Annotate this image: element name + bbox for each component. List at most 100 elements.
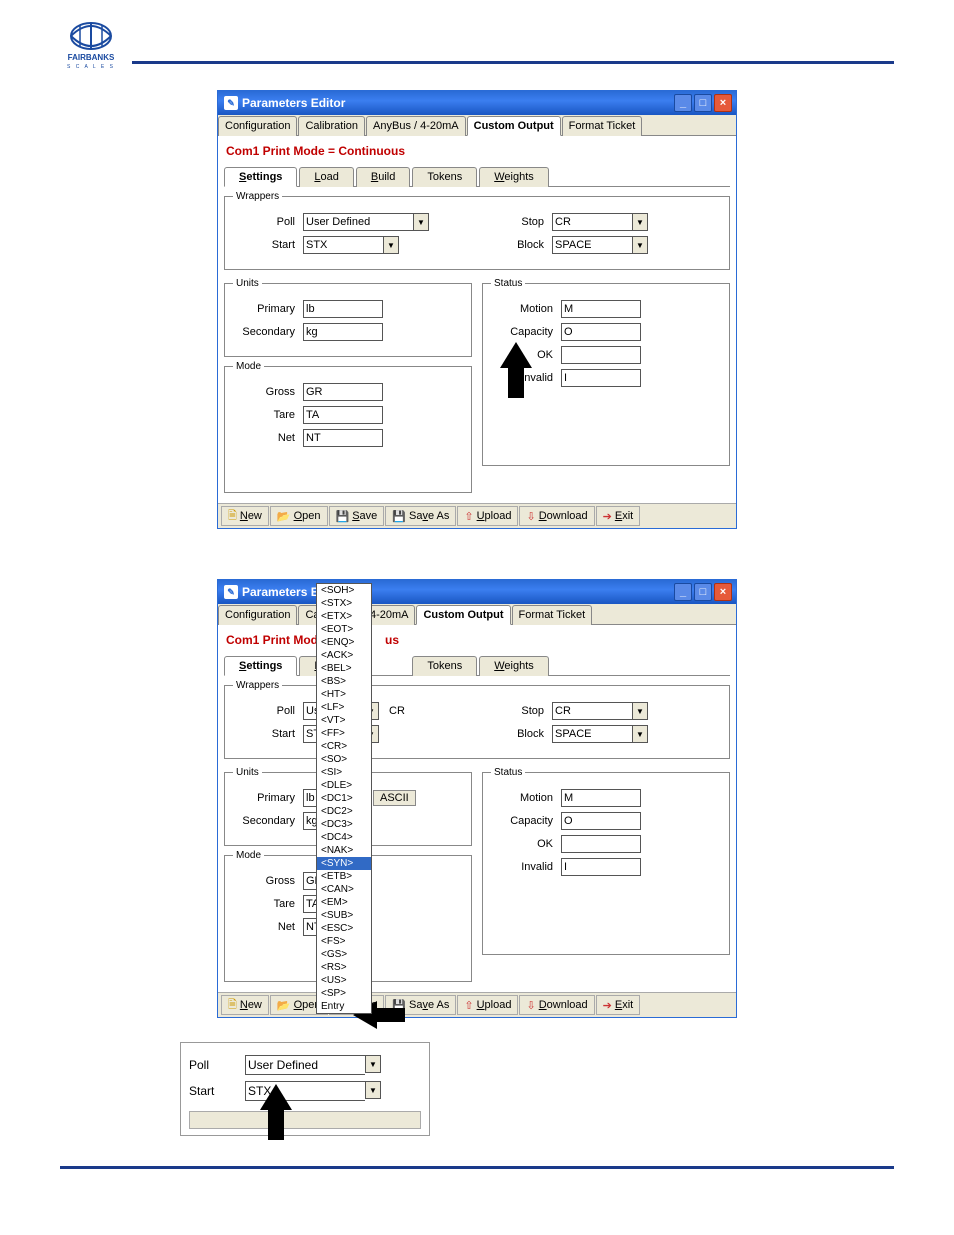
dropdown-option[interactable]: <NAK> <box>317 844 371 857</box>
secondary-input[interactable] <box>303 323 383 341</box>
download-button[interactable]: ⇩Download <box>519 506 594 526</box>
titlebar-2[interactable]: ✎ Parameters Editor _ □ × <box>218 580 736 604</box>
subtab-weights[interactable]: Weights <box>479 656 549 676</box>
tab-calibration[interactable]: Calibration <box>298 116 365 136</box>
maximize-button[interactable]: □ <box>694 583 712 601</box>
motion-input[interactable] <box>561 300 641 318</box>
chevron-down-icon[interactable]: ▼ <box>632 702 648 720</box>
dropdown-option[interactable]: <DC2> <box>317 805 371 818</box>
dropdown-option[interactable]: <SO> <box>317 753 371 766</box>
dropdown-option[interactable]: <ENQ> <box>317 636 371 649</box>
start-dropdown-list[interactable]: <SOH><STX><ETX><EOT><ENQ><ACK><BEL><BS><… <box>316 583 372 1014</box>
stop-select[interactable]: ▼ <box>552 213 648 231</box>
upload-button[interactable]: ⇧Upload <box>457 506 518 526</box>
subtab-tokens[interactable]: Tokens <box>412 167 477 187</box>
dropdown-option[interactable]: <SP> <box>317 987 371 1000</box>
capacity-input-2[interactable] <box>561 812 641 830</box>
stop-value[interactable] <box>552 213 632 231</box>
new-button[interactable]: 🗎New <box>221 506 269 526</box>
dropdown-option[interactable]: <FS> <box>317 935 371 948</box>
subtab-weights[interactable]: Weights <box>479 167 549 187</box>
maximize-button[interactable]: □ <box>694 94 712 112</box>
dropdown-option[interactable]: <SOH> <box>317 584 371 597</box>
chevron-down-icon[interactable]: ▼ <box>632 236 648 254</box>
chevron-down-icon[interactable]: ▼ <box>632 213 648 231</box>
subtab-settings[interactable]: Settings <box>224 167 297 187</box>
tab-format-ticket[interactable]: Format Ticket <box>512 605 593 625</box>
dropdown-option[interactable]: <ESC> <box>317 922 371 935</box>
subtab-load[interactable]: Load <box>299 167 353 187</box>
poll-select[interactable]: ▼ <box>303 213 429 231</box>
tab-custom-output[interactable]: Custom Output <box>416 605 510 625</box>
new-button[interactable]: 🗎New <box>221 995 269 1015</box>
dropdown-option[interactable]: <SI> <box>317 766 371 779</box>
dropdown-option[interactable]: <ETX> <box>317 610 371 623</box>
exit-button[interactable]: ➔Exit <box>596 506 641 526</box>
download-button[interactable]: ⇩Download <box>519 995 594 1015</box>
tab-configuration[interactable]: Configuration <box>218 116 297 136</box>
stop-select-2[interactable]: ▼ <box>552 702 648 720</box>
dropdown-option[interactable]: Entry <box>317 1000 371 1013</box>
tare-input[interactable] <box>303 406 383 424</box>
subtab-build[interactable]: Build <box>356 167 410 187</box>
capacity-input[interactable] <box>561 323 641 341</box>
dropdown-option[interactable]: <US> <box>317 974 371 987</box>
ok-input[interactable] <box>561 346 641 364</box>
dropdown-option[interactable]: <RS> <box>317 961 371 974</box>
dropdown-option[interactable]: <ETB> <box>317 870 371 883</box>
dropdown-option[interactable]: <CAN> <box>317 883 371 896</box>
dropdown-option[interactable]: <BEL> <box>317 662 371 675</box>
dropdown-option[interactable]: <HT> <box>317 688 371 701</box>
upload-button[interactable]: ⇧Upload <box>457 995 518 1015</box>
invalid-input[interactable] <box>561 369 641 387</box>
snippet-poll-value[interactable] <box>245 1055 365 1075</box>
ascii-button[interactable]: ASCII <box>373 790 416 806</box>
start-value[interactable] <box>303 236 383 254</box>
save-button[interactable]: 💾Save <box>329 506 385 526</box>
dropdown-option[interactable]: <BS> <box>317 675 371 688</box>
dropdown-option[interactable]: <LF> <box>317 701 371 714</box>
chevron-down-icon[interactable]: ▼ <box>365 1081 381 1099</box>
start-select[interactable]: ▼ <box>303 236 399 254</box>
dropdown-option[interactable]: <GS> <box>317 948 371 961</box>
dropdown-option[interactable]: <DLE> <box>317 779 371 792</box>
exit-button[interactable]: ➔Exit <box>596 995 641 1015</box>
net-input[interactable] <box>303 429 383 447</box>
dropdown-option[interactable]: <SUB> <box>317 909 371 922</box>
dropdown-option[interactable]: <CR> <box>317 740 371 753</box>
dropdown-option[interactable]: <ACK> <box>317 649 371 662</box>
saveas-button[interactable]: 💾Save As <box>385 506 456 526</box>
snippet-poll-select[interactable]: ▼ <box>245 1055 381 1075</box>
chevron-down-icon[interactable]: ▼ <box>413 213 429 231</box>
subtab-tokens[interactable]: Tokens <box>412 656 477 676</box>
gross-input[interactable] <box>303 383 383 401</box>
primary-input[interactable] <box>303 300 383 318</box>
chevron-down-icon[interactable]: ▼ <box>383 236 399 254</box>
tab-configuration[interactable]: Configuration <box>218 605 297 625</box>
open-button[interactable]: 📂Open <box>270 506 328 526</box>
chevron-down-icon[interactable]: ▼ <box>632 725 648 743</box>
dropdown-option[interactable]: <EM> <box>317 896 371 909</box>
tab-custom-output[interactable]: Custom Output <box>467 116 561 136</box>
dropdown-option[interactable]: <SYN> <box>317 857 371 870</box>
poll-value[interactable] <box>303 213 413 231</box>
subtab-settings[interactable]: Settings <box>224 656 297 676</box>
motion-input-2[interactable] <box>561 789 641 807</box>
close-button[interactable]: × <box>714 94 732 112</box>
block-value[interactable] <box>552 236 632 254</box>
dropdown-option[interactable]: <DC1> <box>317 792 371 805</box>
titlebar[interactable]: ✎ Parameters Editor _ □ × <box>218 91 736 115</box>
invalid-input-2[interactable] <box>561 858 641 876</box>
dropdown-option[interactable]: <EOT> <box>317 623 371 636</box>
minimize-button[interactable]: _ <box>674 94 692 112</box>
chevron-down-icon[interactable]: ▼ <box>365 1055 381 1073</box>
minimize-button[interactable]: _ <box>674 583 692 601</box>
block-select-2[interactable]: ▼ <box>552 725 648 743</box>
dropdown-option[interactable]: <FF> <box>317 727 371 740</box>
tab-format-ticket[interactable]: Format Ticket <box>562 116 643 136</box>
block-select[interactable]: ▼ <box>552 236 648 254</box>
dropdown-option[interactable]: <STX> <box>317 597 371 610</box>
tab-anybus[interactable]: AnyBus / 4-20mA <box>366 116 466 136</box>
dropdown-option[interactable]: <DC3> <box>317 818 371 831</box>
close-button[interactable]: × <box>714 583 732 601</box>
